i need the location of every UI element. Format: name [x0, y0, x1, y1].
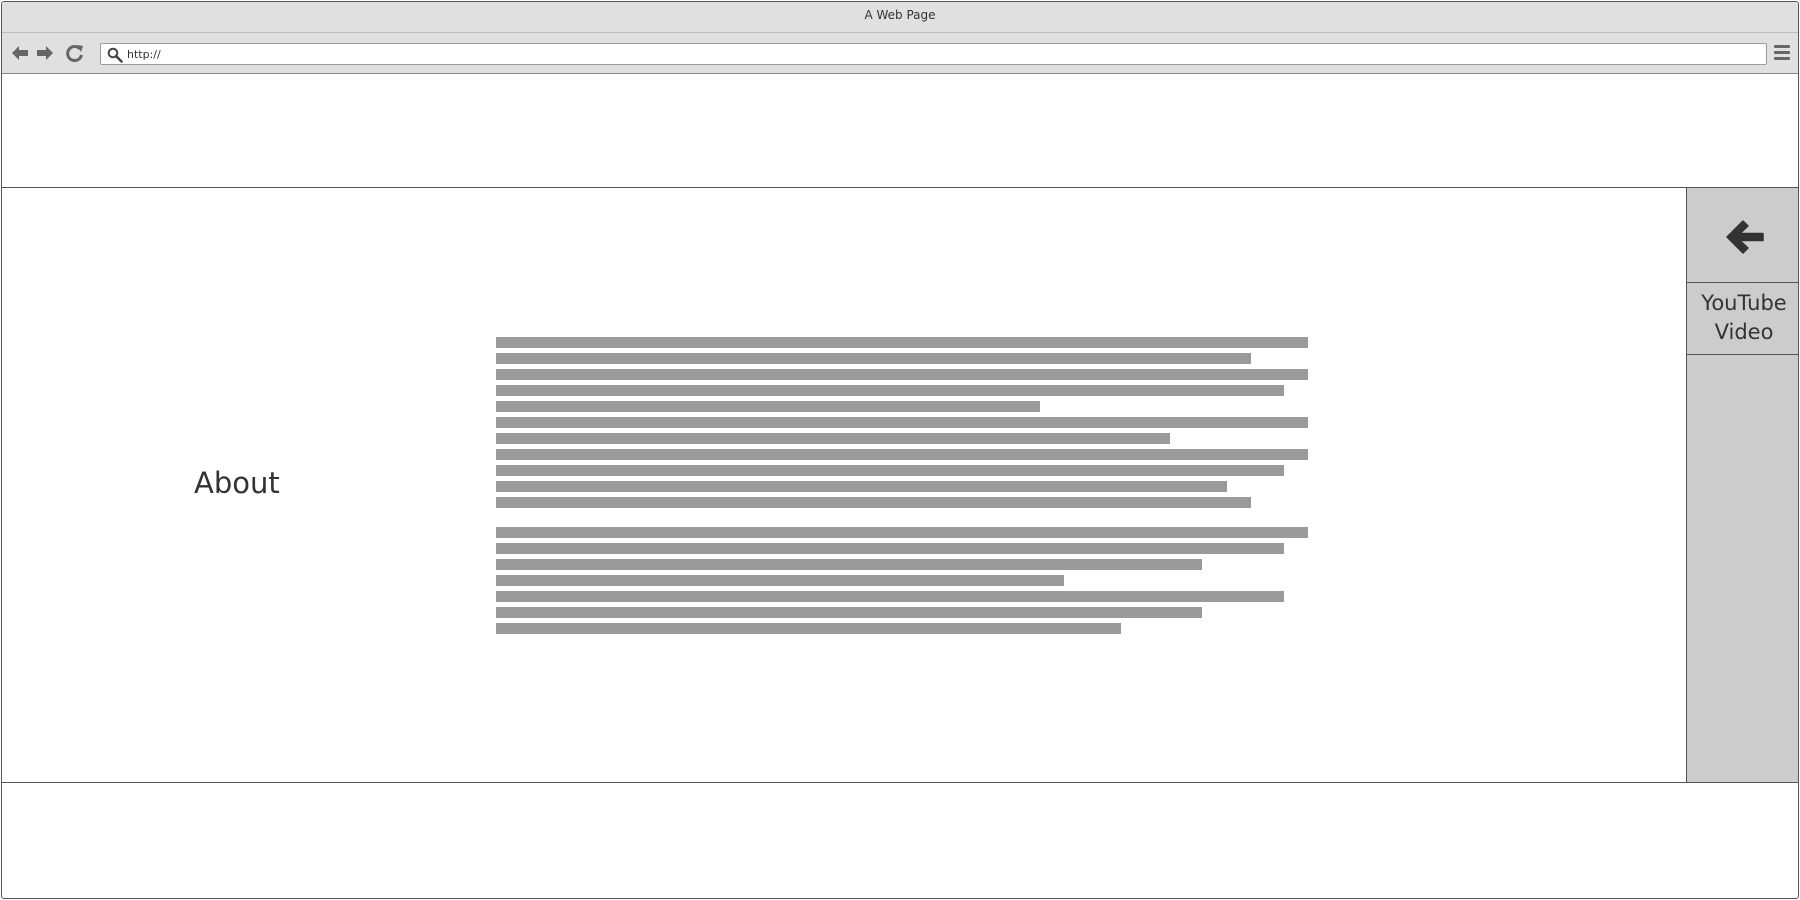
back-button[interactable]	[10, 43, 30, 63]
youtube-video-label-line1: YouTube	[1701, 291, 1787, 315]
forward-button[interactable]	[35, 43, 55, 63]
arrow-right-icon	[37, 46, 53, 60]
page-footer-region	[2, 782, 1798, 898]
text-line-placeholder	[496, 543, 1284, 554]
search-icon	[107, 47, 123, 63]
paragraph-placeholder-2	[496, 527, 1308, 639]
text-line-placeholder	[496, 623, 1122, 634]
page-title: About	[194, 466, 280, 500]
address-bar[interactable]	[100, 43, 1767, 65]
main-content: About	[2, 188, 1686, 782]
text-line-placeholder	[496, 607, 1203, 618]
text-line-placeholder	[496, 353, 1252, 364]
text-line-placeholder	[496, 401, 1041, 412]
reload-icon	[66, 45, 83, 62]
hamburger-menu-icon[interactable]	[1774, 45, 1792, 63]
page-header-region	[2, 74, 1798, 188]
text-line-placeholder	[496, 449, 1308, 460]
paragraph-placeholder-1	[496, 337, 1308, 513]
youtube-video-link[interactable]: YouTube Video	[1687, 283, 1798, 355]
text-line-placeholder	[496, 481, 1227, 492]
text-line-placeholder	[496, 433, 1170, 444]
browser-window: A Web Page http:// About YouTube Video	[1, 1, 1799, 899]
text-line-placeholder	[496, 575, 1065, 586]
right-sidebar: YouTube Video	[1686, 188, 1798, 782]
arrow-left-icon	[12, 46, 28, 60]
browser-toolbar	[2, 33, 1798, 74]
text-line-placeholder	[496, 497, 1252, 508]
text-line-placeholder	[496, 337, 1308, 348]
url-input[interactable]	[127, 46, 1727, 62]
text-line-placeholder	[496, 591, 1284, 602]
text-line-placeholder	[496, 385, 1284, 396]
text-line-placeholder	[496, 527, 1308, 538]
text-line-placeholder	[496, 559, 1203, 570]
sidebar-back-button[interactable]	[1687, 188, 1798, 283]
arrow-left-icon	[1726, 220, 1764, 254]
window-title: A Web Page	[2, 2, 1798, 33]
text-line-placeholder	[496, 465, 1284, 476]
reload-button[interactable]	[65, 43, 85, 63]
text-line-placeholder	[496, 369, 1308, 380]
text-line-placeholder	[496, 417, 1308, 428]
youtube-video-label-line2: Video	[1714, 320, 1774, 344]
